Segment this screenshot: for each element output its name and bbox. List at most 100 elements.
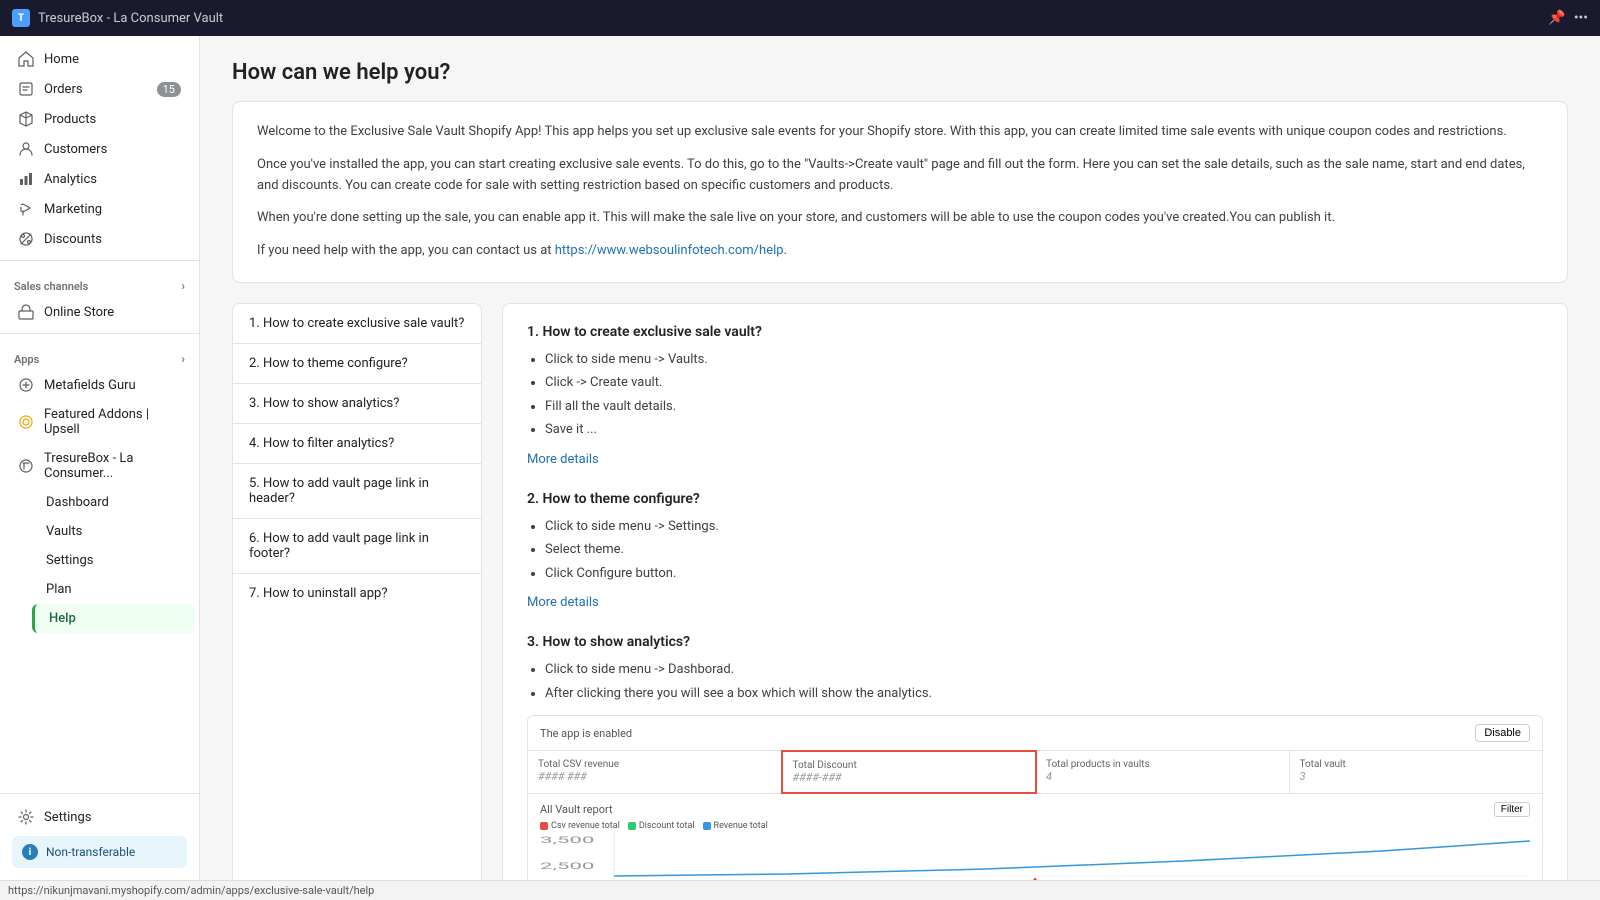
orders-icon [18, 81, 34, 97]
svg-text:3,500: 3,500 [540, 836, 594, 847]
sales-channels-section[interactable]: Sales channels › [0, 267, 199, 297]
analytics-header: The app is enabled Disable [528, 716, 1542, 751]
sidebar-item-online-store[interactable]: Online Store [4, 297, 195, 327]
legend-item-1: Csv revenue total [540, 821, 620, 831]
products-icon [18, 111, 34, 127]
stat-label-2: Total Discount [793, 760, 1026, 771]
intro-para-4: If you need help with the app, you can c… [257, 241, 1543, 262]
chart-title: All Vault report [540, 803, 613, 816]
settings-gear-icon [18, 809, 34, 825]
sidebar-item-settings[interactable]: Settings [32, 546, 195, 575]
sales-channels-label: Sales channels [14, 280, 88, 293]
stat-val-1: #### ### [538, 770, 771, 783]
faq-section-1-title: 1. How to create exclusive sale vault? [527, 324, 1543, 340]
pin-icon[interactable]: 📌 [1548, 10, 1565, 26]
chart-header: All Vault report Filter [540, 802, 1530, 817]
sidebar-item-plan-label: Plan [46, 582, 72, 597]
stat-box-4: Total vault 3 [1290, 751, 1543, 793]
faq-section-1: 1. How to create exclusive sale vault? C… [527, 324, 1543, 467]
sidebar-item-settings-label: Settings [46, 553, 93, 568]
sidebar-item-metafields[interactable]: Metafields Guru [4, 370, 195, 400]
faq-item-1[interactable]: 1. How to create exclusive sale vault? [233, 304, 481, 344]
svg-text:2,500: 2,500 [540, 862, 594, 873]
statusbar-url: https://nikunjmavani.myshopify.com/admin… [8, 884, 374, 897]
statusbar: https://nikunjmavani.myshopify.com/admin… [0, 880, 1600, 900]
sidebar-item-dashboard-label: Dashboard [46, 495, 109, 510]
customers-icon [18, 141, 34, 157]
sidebar-item-tresurebox[interactable]: TresureBox - La Consumer... [4, 444, 195, 488]
app-favicon: T [12, 9, 30, 27]
sidebar-item-featured-addons[interactable]: Featured Addons | Upsell [4, 400, 195, 444]
faq-item-4[interactable]: 4. How to filter analytics? [233, 424, 481, 464]
sidebar-item-products-label: Products [44, 112, 96, 127]
filter-button[interactable]: Filter [1494, 802, 1530, 817]
analytics-chart-area: All Vault report Filter Csv revenue tota… [528, 794, 1542, 880]
sidebar-item-plan[interactable]: Plan [32, 575, 195, 604]
sidebar-item-dashboard[interactable]: Dashboard [32, 488, 195, 517]
sidebar-item-analytics-label: Analytics [44, 172, 97, 187]
intro-para-2: Once you've installed the app, you can s… [257, 155, 1543, 197]
faq-item-5[interactable]: 5. How to add vault page link in header? [233, 464, 481, 519]
marketing-icon [18, 201, 34, 217]
sidebar-item-products[interactable]: Products [4, 104, 195, 134]
list-item: Click Configure button. [545, 564, 1543, 584]
faq-detail: 1. How to create exclusive sale vault? C… [502, 303, 1568, 880]
non-transferable-label: Non-transferable [46, 845, 135, 859]
sidebar-item-home[interactable]: Home [4, 44, 195, 74]
more-details-link-2[interactable]: More details [527, 595, 599, 610]
sidebar-item-discounts[interactable]: Discounts [4, 224, 195, 254]
tresure-icon [18, 458, 34, 474]
intro-para-1: Welcome to the Exclusive Sale Vault Shop… [257, 122, 1543, 143]
stat-box-2-highlighted: Total Discount ####-### [781, 750, 1038, 794]
main-content: How can we help you? Welcome to the Excl… [200, 36, 1600, 880]
sidebar-nav: Home Orders 15 Products Customers [0, 36, 199, 793]
faq-item-3[interactable]: 3. How to show analytics? [233, 384, 481, 424]
stat-val-3: 4 [1046, 770, 1279, 783]
intro-para-3: When you're done setting up the sale, yo… [257, 208, 1543, 229]
help-content: 1. How to create exclusive sale vault? 2… [232, 303, 1568, 880]
app-enabled-text: The app is enabled [540, 727, 632, 740]
sidebar-item-marketing[interactable]: Marketing [4, 194, 195, 224]
faq-item-6[interactable]: 6. How to add vault page link in footer? [233, 519, 481, 574]
legend-item-2: Discount total [628, 821, 695, 831]
sidebar-bottom: Settings i Non-transferable [0, 793, 199, 880]
list-item: Click to side menu -> Vaults. [545, 350, 1543, 370]
apps-arrow-icon: › [181, 352, 185, 366]
sidebar-item-analytics[interactable]: Analytics [4, 164, 195, 194]
disable-button[interactable]: Disable [1475, 724, 1530, 742]
list-item: Click to side menu -> Dashborad. [545, 660, 1543, 680]
sidebar-item-vaults-label: Vaults [46, 524, 82, 539]
more-icon[interactable]: ••• [1574, 10, 1588, 26]
sidebar-item-customers-label: Customers [44, 142, 107, 157]
sidebar-item-customers[interactable]: Customers [4, 134, 195, 164]
stat-box-3: Total products in vaults 4 [1036, 751, 1290, 793]
stat-label-1: Total CSV revenue [538, 759, 771, 770]
topbar-title: TresureBox - La Consumer Vault [38, 11, 223, 26]
topbar: T TresureBox - La Consumer Vault 📌 ••• [0, 0, 1600, 36]
sidebar-item-featured-addons-label: Featured Addons | Upsell [44, 407, 181, 437]
sidebar-item-online-store-label: Online Store [44, 305, 114, 320]
faq-section-2: 2. How to theme configure? Click to side… [527, 491, 1543, 611]
list-item: Click to side menu -> Settings. [545, 517, 1543, 537]
sidebar-item-orders[interactable]: Orders 15 [4, 74, 195, 104]
legend-label-2: Discount total [639, 821, 695, 831]
list-item: Click -> Create vault. [545, 373, 1543, 393]
faq-item-2[interactable]: 2. How to theme configure? [233, 344, 481, 384]
stat-label-4: Total vault [1300, 759, 1533, 770]
faq-section-1-list: Click to side menu -> Vaults. Click -> C… [527, 350, 1543, 440]
sidebar-item-help[interactable]: Help [32, 604, 195, 633]
sidebar-settings-item[interactable]: Settings [8, 802, 191, 832]
chart-legend: Csv revenue total Discount total Revenue… [540, 821, 1530, 831]
faq-item-7[interactable]: 7. How to uninstall app? [233, 574, 481, 613]
settings-label: Settings [44, 810, 91, 825]
contact-link[interactable]: https://www.websoulinfotech.com/help [555, 243, 784, 258]
faq-list: 1. How to create exclusive sale vault? 2… [232, 303, 482, 880]
non-transferable-badge: i Non-transferable [12, 836, 187, 868]
sidebar-item-help-label: Help [49, 611, 76, 626]
sidebar-item-vaults[interactable]: Vaults [32, 517, 195, 546]
sidebar-item-tresurebox-label: TresureBox - La Consumer... [44, 451, 181, 481]
more-details-link-1[interactable]: More details [527, 452, 599, 467]
divider-2 [0, 333, 199, 334]
faq-section-2-list: Click to side menu -> Settings. Select t… [527, 517, 1543, 584]
apps-section[interactable]: Apps › [0, 340, 199, 370]
